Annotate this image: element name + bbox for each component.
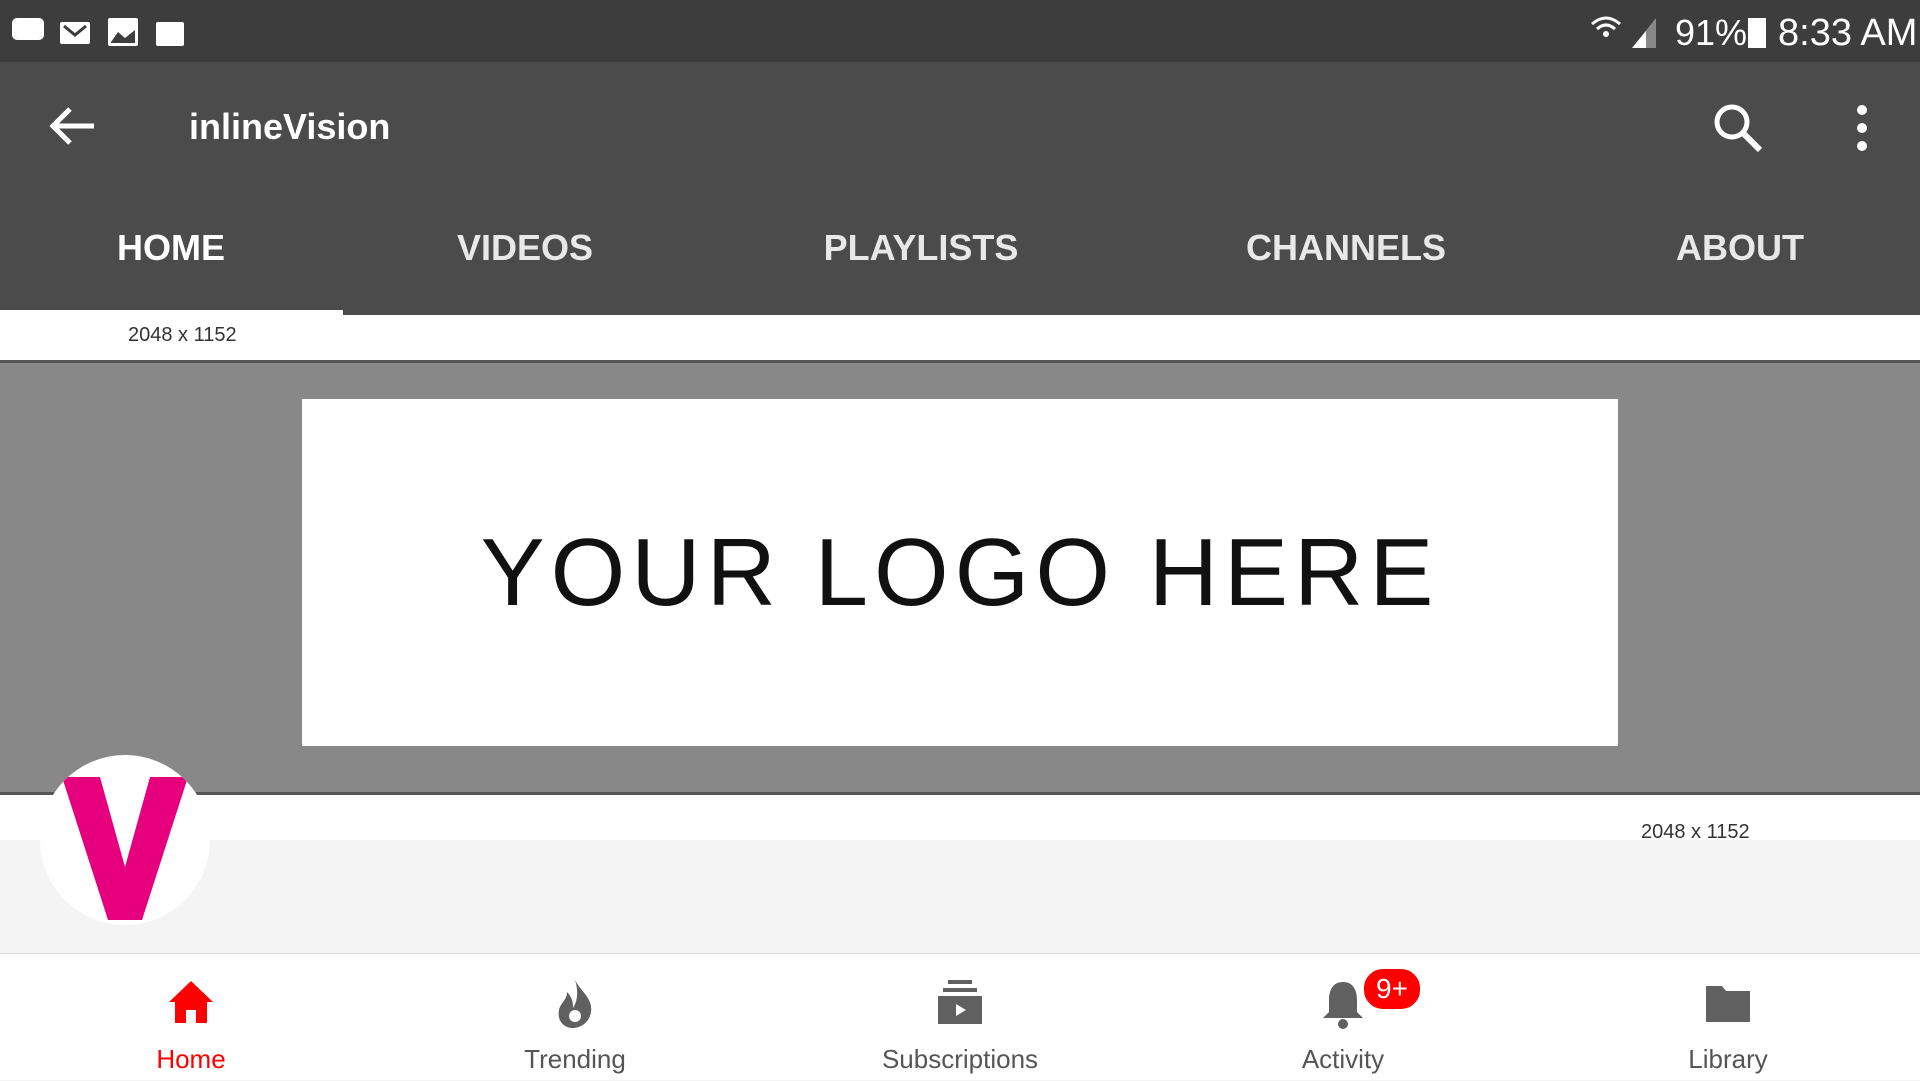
banner-bottom-strip: 2048 x 1152 — [0, 795, 1920, 843]
trending-flame-icon — [558, 980, 592, 1028]
banner-dimension-bottom: 2048 x 1152 — [1641, 821, 1750, 843]
notification-badge: 9+ — [1361, 966, 1423, 1012]
clock: 8:33 AM — [1778, 12, 1918, 54]
battery-icon — [1748, 18, 1766, 48]
wifi-signal-icons — [1591, 16, 1656, 48]
battery-percent: 91% — [1675, 12, 1748, 53]
status-bar: 91% 8:33 AM — [0, 0, 1920, 62]
caller-id-icon — [12, 18, 44, 40]
nav-home[interactable]: Home — [71, 954, 311, 1081]
tab-about[interactable]: ABOUT — [1676, 227, 1804, 269]
subscriptions-icon — [938, 980, 982, 1024]
v-logo-icon — [62, 777, 188, 920]
back-arrow-icon[interactable] — [48, 104, 98, 148]
nav-activity[interactable]: 9+ Activity — [1223, 954, 1463, 1081]
app-bar: inlineVision HOME VIDEOS PLAYLISTS CHANN… — [0, 62, 1920, 315]
tab-home[interactable]: HOME — [117, 227, 225, 269]
library-folder-icon — [1706, 986, 1750, 1022]
more-options-icon[interactable] — [1850, 102, 1874, 154]
channel-avatar[interactable] — [40, 755, 210, 925]
tab-videos[interactable]: VIDEOS — [457, 227, 593, 269]
banner-top-strip: 2048 x 1152 — [0, 315, 1920, 362]
bell-icon — [1323, 982, 1363, 1029]
tab-channels[interactable]: CHANNELS — [1246, 227, 1446, 269]
nav-trending[interactable]: Trending — [455, 954, 695, 1081]
maps-icon — [156, 22, 184, 46]
channel-title: inlineVision — [189, 106, 391, 147]
search-icon[interactable] — [1712, 102, 1764, 154]
nav-library[interactable]: Library — [1608, 954, 1848, 1081]
logo-placeholder: YOUR LOGO HERE — [302, 399, 1618, 746]
tab-playlists[interactable]: PLAYLISTS — [824, 227, 1019, 269]
mail-icon — [60, 22, 90, 44]
banner-dimension-top: 2048 x 1152 — [128, 324, 237, 346]
notification-icons — [12, 18, 184, 46]
bottom-navigation: Home Trending Subscriptions 9+ Activity … — [0, 953, 1920, 1080]
nav-subscriptions[interactable]: Subscriptions — [840, 954, 1080, 1081]
home-icon — [169, 981, 213, 1023]
